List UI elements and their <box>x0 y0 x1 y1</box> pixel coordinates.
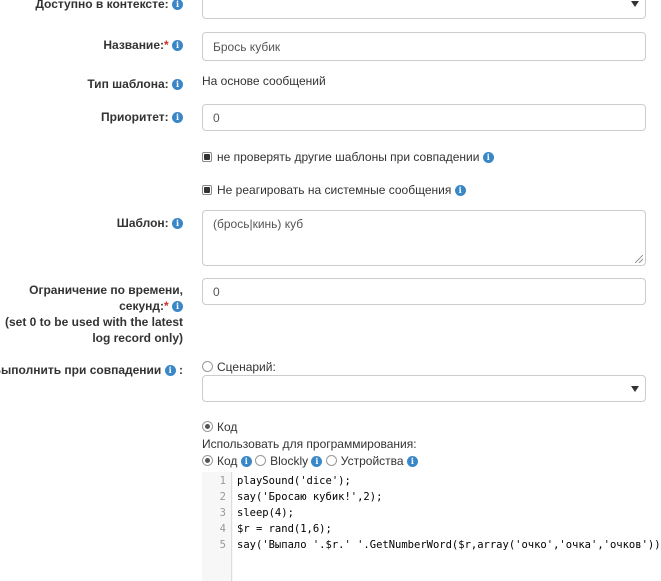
chevron-down-icon <box>631 1 639 7</box>
context-select[interactable] <box>202 0 646 19</box>
priority-label: Приоритет: i <box>101 109 183 126</box>
no-check-other-templates-option[interactable]: не проверять другие шаблоны при совпаден… <box>202 149 494 165</box>
code-option[interactable]: Код <box>202 419 237 435</box>
info-icon[interactable]: i <box>482 152 494 163</box>
line-number: 5 <box>219 539 226 551</box>
code-line[interactable]: playSound('dice'); <box>237 473 351 489</box>
mode-devices-option[interactable]: Устройства <box>325 454 404 468</box>
code-editor[interactable]: 1 2 3 4 5 playSound('dice'); say('Бросаю… <box>202 472 661 581</box>
mode-code-option[interactable]: Код <box>202 454 237 468</box>
code-line[interactable]: say('Бросаю кубик!',2); <box>237 489 382 505</box>
time-limit-label: Ограничение по времени, секунд:* i (set … <box>4 283 183 345</box>
scenario-option[interactable]: Сценарий: <box>202 359 276 375</box>
info-icon[interactable]: i <box>311 456 323 467</box>
code-line[interactable]: sleep(4); <box>237 505 294 521</box>
info-icon[interactable]: i <box>454 185 466 196</box>
info-icon[interactable]: i <box>172 0 183 10</box>
info-icon[interactable]: i <box>164 365 176 376</box>
resize-handle[interactable] <box>635 255 643 263</box>
mode-devices-radio[interactable] <box>325 455 337 466</box>
line-number: 1 <box>219 475 226 487</box>
info-icon[interactable]: i <box>172 79 183 90</box>
line-number: 2 <box>219 491 226 503</box>
template-type-value: На основе сообщений <box>202 74 326 88</box>
code-line[interactable]: $r = rand(1,6); <box>237 521 332 537</box>
no-check-other-templates-checkbox[interactable] <box>202 152 212 162</box>
code-radio[interactable] <box>202 421 213 432</box>
scenario-select[interactable] <box>202 375 646 402</box>
template-label: Шаблон: i <box>117 215 183 232</box>
time-limit-input[interactable]: 0 <box>202 278 646 305</box>
info-icon[interactable]: i <box>240 456 252 467</box>
mode-code-radio[interactable] <box>202 455 213 466</box>
info-icon[interactable]: i <box>406 456 418 467</box>
ignore-system-messages-checkbox[interactable] <box>202 185 212 195</box>
template-type-label: Тип шаблона: i <box>87 76 183 93</box>
programming-mode-selector: Код i Blockly i Устройства i <box>202 453 418 469</box>
ignore-system-messages-option[interactable]: Не реагировать на системные сообщения i <box>202 182 466 198</box>
scenario-radio[interactable] <box>202 361 213 372</box>
code-line[interactable]: say('Выпало '.$r.' '.GetNumberWord($r,ar… <box>237 537 661 553</box>
info-icon[interactable]: i <box>172 301 183 312</box>
context-label: Доступно в контексте: i <box>35 0 183 13</box>
priority-input[interactable]: 0 <box>202 104 646 131</box>
name-input[interactable]: Брось кубик <box>202 32 646 61</box>
on-match-label: Выполнить при совпадении i : <box>0 363 183 377</box>
info-icon[interactable]: i <box>172 218 183 229</box>
template-textarea[interactable]: (брось|кинь) куб <box>202 210 646 266</box>
info-icon[interactable]: i <box>172 40 183 51</box>
mode-blockly-option[interactable]: Blockly <box>255 454 308 468</box>
info-icon[interactable]: i <box>172 112 183 123</box>
use-for-programming-label: Использовать для программирования: <box>202 437 417 451</box>
line-number: 3 <box>219 507 226 519</box>
name-label: Название:* i <box>103 37 183 54</box>
mode-blockly-radio[interactable] <box>255 455 267 466</box>
line-number: 4 <box>219 523 226 535</box>
chevron-down-icon <box>631 385 639 392</box>
